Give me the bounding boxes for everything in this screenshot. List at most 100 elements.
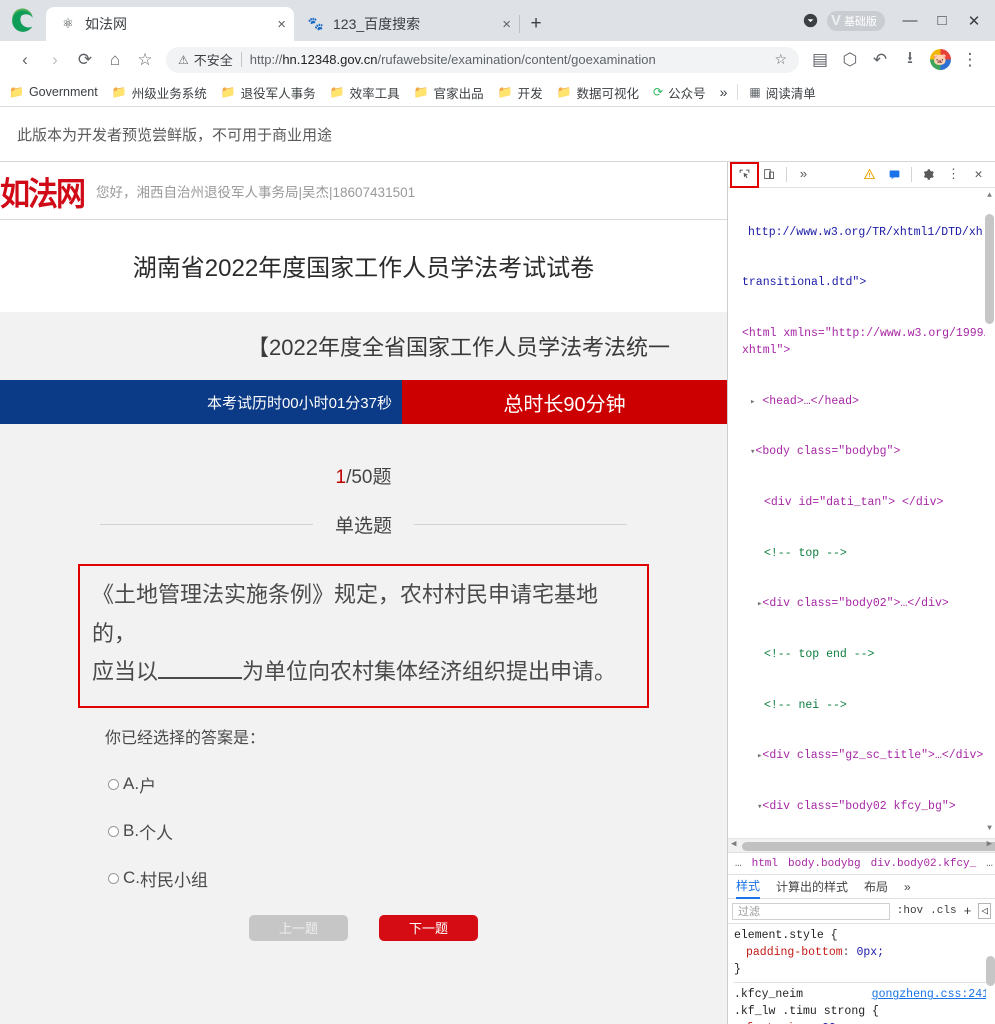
selected-answer-label: 你已经选择的答案是：	[105, 729, 266, 747]
folder-icon: 📁	[497, 85, 513, 99]
collections-icon[interactable]: ▤	[805, 45, 835, 75]
element-style-block: element.style { padding-bottom: 0px; }	[734, 928, 989, 978]
tab-close-icon[interactable]: ×	[263, 17, 286, 32]
breadcrumb-item-body[interactable]: body.bodybg	[788, 858, 861, 870]
profile-avatar[interactable]: 🐷	[925, 45, 955, 75]
close-devtools-icon[interactable]: ✕	[966, 164, 991, 186]
bookmarks-overflow-button[interactable]: »	[720, 84, 728, 100]
hov-toggle[interactable]: :hov	[897, 905, 923, 917]
tab-layout[interactable]: 布局	[864, 875, 888, 899]
bookmark-item[interactable]: ⟳ 公众号	[653, 83, 706, 102]
bookmark-item[interactable]: 📁 退役军人事务	[221, 83, 316, 102]
styles-filter-input[interactable]: 过滤	[732, 902, 890, 920]
close-window-button[interactable]: ✕	[959, 5, 989, 37]
dom-hscrollbar-thumb[interactable]	[742, 842, 995, 851]
version-badge[interactable]: V 基础版	[826, 10, 885, 31]
bookmark-item[interactable]: 📁 Government	[9, 85, 98, 99]
omnibox-divider	[240, 52, 242, 67]
css-value: 0px;	[856, 945, 885, 959]
url-text: http://hn.12348.gov.cn/rufawebsite/exami…	[250, 52, 656, 67]
more-options-icon[interactable]: ⋮	[941, 164, 966, 186]
scroll-left-arrow-icon[interactable]: ◀	[731, 839, 736, 849]
maximize-button[interactable]: □	[927, 5, 957, 37]
history-back-icon[interactable]: ↶	[865, 45, 895, 75]
next-question-button[interactable]: 下一题	[379, 914, 478, 941]
forward-icon[interactable]: ›	[40, 45, 70, 75]
warning-icon[interactable]	[857, 164, 882, 186]
breadcrumb-item-div[interactable]: div.body02.kfcy_	[871, 858, 977, 870]
dom-comment-top: <!-- top -->	[764, 546, 847, 560]
scroll-up-arrow-icon[interactable]: ▲	[985, 190, 994, 202]
dom-horizontal-scrollbar[interactable]: ◀ ▶	[728, 838, 995, 852]
bookmark-item[interactable]: 📁 州级业务系统	[112, 83, 207, 102]
tab-more[interactable]: »	[904, 875, 911, 899]
tab-computed[interactable]: 计算出的样式	[776, 875, 848, 899]
scroll-right-arrow-icon[interactable]: ▶	[987, 839, 992, 849]
extensions-icon[interactable]: ⬡	[835, 45, 865, 75]
folder-icon: 📁	[220, 85, 236, 99]
prev-question-button[interactable]: 上一题	[249, 914, 348, 941]
bookmark-item[interactable]: 📁 开发	[498, 83, 543, 102]
reload-icon[interactable]: ⟳	[70, 45, 100, 75]
bookmark-item[interactable]: 📁 官家出品	[414, 83, 484, 102]
navigation-buttons: 上一题 下一题	[0, 914, 727, 941]
chevron-down-circle-icon[interactable]	[797, 7, 825, 35]
new-style-rule-button[interactable]: +	[964, 904, 972, 919]
breadcrumb-overflow-left[interactable]: …	[735, 858, 742, 870]
breadcrumb-item-html[interactable]: html	[752, 858, 778, 870]
styles-scrollbar[interactable]	[986, 956, 995, 1024]
answer-option-c[interactable]: C. 村民小组	[108, 866, 727, 891]
dom-scrollbar-thumb[interactable]	[985, 214, 994, 324]
element-style-declaration[interactable]: padding-bottom: 0px;	[734, 945, 989, 962]
bookmarks-divider	[737, 84, 739, 100]
more-panels-button[interactable]: »	[791, 164, 816, 186]
browser-tab-2[interactable]: 🐾 123_百度搜索 ×	[294, 7, 519, 41]
breadcrumb: … html body.bodybg div.body02.kfcy_ …	[728, 852, 995, 875]
toggle-sidebar-button[interactable]: ◁	[978, 903, 991, 919]
devtools-dom-tree[interactable]: http://www.w3.org/TR/xhtml1/DTD/xh trans…	[728, 188, 995, 838]
styles-pane[interactable]: element.style { padding-bottom: 0px; } g…	[728, 924, 995, 1024]
dom-line: ▸<div class="body02">…</div>	[732, 596, 993, 613]
bookmark-item[interactable]: 📁 效率工具	[330, 83, 400, 102]
radio-icon[interactable]	[108, 825, 119, 837]
gear-icon[interactable]	[916, 164, 941, 186]
css-source-link[interactable]: gongzheng.css:241	[872, 987, 989, 1004]
dom-head: <head>…</head>	[762, 394, 859, 408]
new-tab-button[interactable]: +	[522, 10, 550, 38]
breadcrumb-overflow-right[interactable]: …	[986, 858, 993, 870]
option-text: 户	[139, 776, 157, 796]
back-icon[interactable]: ‹	[10, 45, 40, 75]
bookmark-label: 州级业务系统	[131, 86, 207, 101]
cls-toggle[interactable]: .cls	[930, 905, 956, 917]
site-logo[interactable]: 如法网	[0, 167, 88, 215]
styles-divider	[734, 982, 989, 984]
dom-gz-sc-title: <div class="gz_sc_title">…</div>	[762, 749, 984, 763]
tab-close-icon[interactable]: ×	[488, 17, 511, 32]
radio-icon[interactable]	[108, 872, 119, 884]
browser-tab-1[interactable]: ⚛ 如法网 ×	[46, 7, 294, 41]
bookmark-item[interactable]: 📁 数据可视化	[557, 83, 639, 102]
address-bar[interactable]: ⚠ 不安全 http://hn.12348.gov.cn/rufawebsite…	[166, 46, 799, 73]
address-star-icon[interactable]: ☆	[766, 51, 795, 68]
bookmark-star-icon[interactable]: ☆	[130, 45, 160, 75]
device-toolbar-icon[interactable]	[757, 164, 782, 186]
answer-option-b[interactable]: B. 个人	[108, 819, 727, 844]
tab-styles[interactable]: 样式	[736, 875, 761, 899]
tab-strip: ⚛ 如法网 × 🐾 123_百度搜索 × + V 基础版 — □ ✕	[0, 0, 995, 41]
minimize-button[interactable]: —	[895, 5, 925, 37]
inspect-element-icon[interactable]	[730, 161, 759, 188]
security-label: 不安全	[193, 53, 233, 68]
reading-list-button[interactable]: ▦ 阅读清单	[749, 83, 815, 102]
answer-option-a[interactable]: A. 户	[108, 772, 727, 797]
blank-underline	[158, 677, 243, 679]
styles-scrollbar-thumb[interactable]	[986, 956, 995, 986]
radio-icon[interactable]	[108, 778, 119, 790]
message-icon[interactable]	[882, 164, 907, 186]
home-icon[interactable]: ⌂	[100, 45, 130, 75]
scroll-down-arrow-icon[interactable]: ▼	[985, 823, 994, 835]
downloads-icon[interactable]: ⭳	[895, 45, 925, 75]
browser-menu-icon[interactable]: ⋮	[955, 45, 985, 75]
page-viewport: 如法网 您好，湘西自治州退役军人事务局|吴杰|18607431501 湖南省20…	[0, 162, 727, 1024]
expand-arrow-icon[interactable]: ▸	[750, 397, 755, 407]
dom-vertical-scrollbar[interactable]: ▲ ▼	[985, 190, 994, 835]
